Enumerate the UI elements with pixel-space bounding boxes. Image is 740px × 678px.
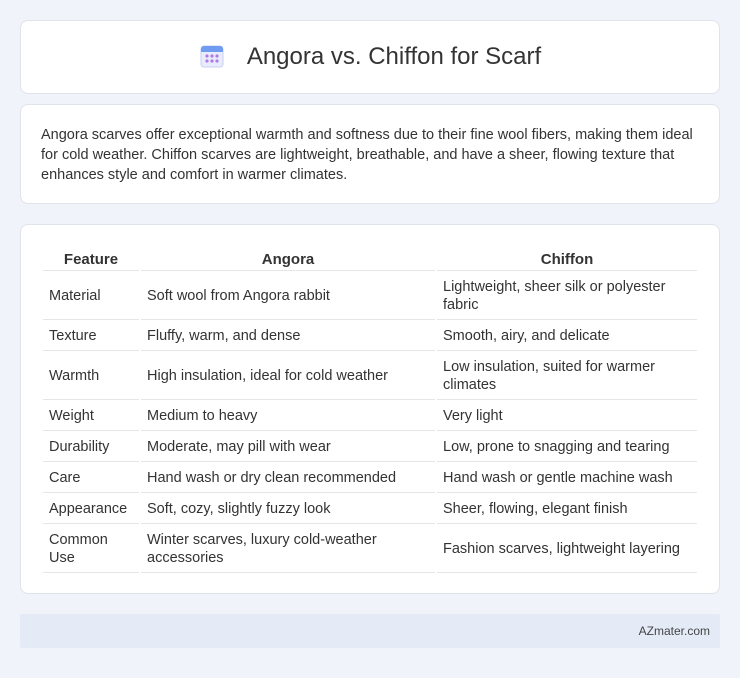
feature-cell: Care: [43, 464, 139, 493]
header-angora: Angora: [141, 247, 435, 271]
angora-cell: Fluffy, warm, and dense: [141, 322, 435, 351]
header-feature: Feature: [43, 247, 139, 271]
page-title: Angora vs. Chiffon for Scarf: [246, 43, 542, 70]
comparison-table: Feature Angora Chiffon Material Soft woo…: [41, 245, 699, 575]
feature-cell: Durability: [43, 433, 139, 462]
feature-cell: Weight: [43, 402, 139, 431]
angora-cell: Medium to heavy: [141, 402, 435, 431]
table-header-row: Feature Angora Chiffon: [43, 247, 697, 271]
chiffon-cell: Fashion scarves, lightweight layering: [437, 526, 697, 573]
footer-site-name: AZmater.com: [638, 624, 710, 638]
table-row: Care Hand wash or dry clean recommended …: [43, 464, 697, 493]
feature-cell: Texture: [43, 322, 139, 351]
table-row: Warmth High insulation, ideal for cold w…: [43, 353, 697, 400]
angora-cell: Winter scarves, luxury cold-weather acce…: [141, 526, 435, 573]
description-text: Angora scarves offer exceptional warmth …: [41, 127, 693, 183]
table-row: Appearance Soft, cozy, slightly fuzzy lo…: [43, 495, 697, 524]
title-card: Angora vs. Chiffon for Scarf: [20, 20, 720, 94]
table-row: Common Use Winter scarves, luxury cold-w…: [43, 526, 697, 573]
chiffon-cell: Low insulation, suited for warmer climat…: [437, 353, 697, 400]
angora-cell: Hand wash or dry clean recommended: [141, 464, 435, 493]
table-row: Texture Fluffy, warm, and dense Smooth, …: [43, 322, 697, 351]
feature-cell: Material: [43, 273, 139, 320]
feature-cell: Appearance: [43, 495, 139, 524]
chiffon-cell: Lightweight, sheer silk or polyester fab…: [437, 273, 697, 320]
angora-cell: High insulation, ideal for cold weather: [141, 353, 435, 400]
comparison-table-card: Feature Angora Chiffon Material Soft woo…: [20, 224, 720, 594]
angora-cell: Soft, cozy, slightly fuzzy look: [141, 495, 435, 524]
chiffon-cell: Very light: [437, 402, 697, 431]
footer-bar: AZmater.com: [20, 614, 720, 648]
header-chiffon: Chiffon: [437, 247, 697, 271]
calendar-icon: [200, 45, 224, 68]
angora-cell: Soft wool from Angora rabbit: [141, 273, 435, 320]
feature-cell: Warmth: [43, 353, 139, 400]
chiffon-cell: Low, prone to snagging and tearing: [437, 433, 697, 462]
chiffon-cell: Hand wash or gentle machine wash: [437, 464, 697, 493]
description-card: Angora scarves offer exceptional warmth …: [20, 104, 720, 204]
feature-cell: Common Use: [43, 526, 139, 573]
chiffon-cell: Sheer, flowing, elegant finish: [437, 495, 697, 524]
angora-cell: Moderate, may pill with wear: [141, 433, 435, 462]
chiffon-cell: Smooth, airy, and delicate: [437, 322, 697, 351]
table-row: Material Soft wool from Angora rabbit Li…: [43, 273, 697, 320]
table-row: Weight Medium to heavy Very light: [43, 402, 697, 431]
table-row: Durability Moderate, may pill with wear …: [43, 433, 697, 462]
